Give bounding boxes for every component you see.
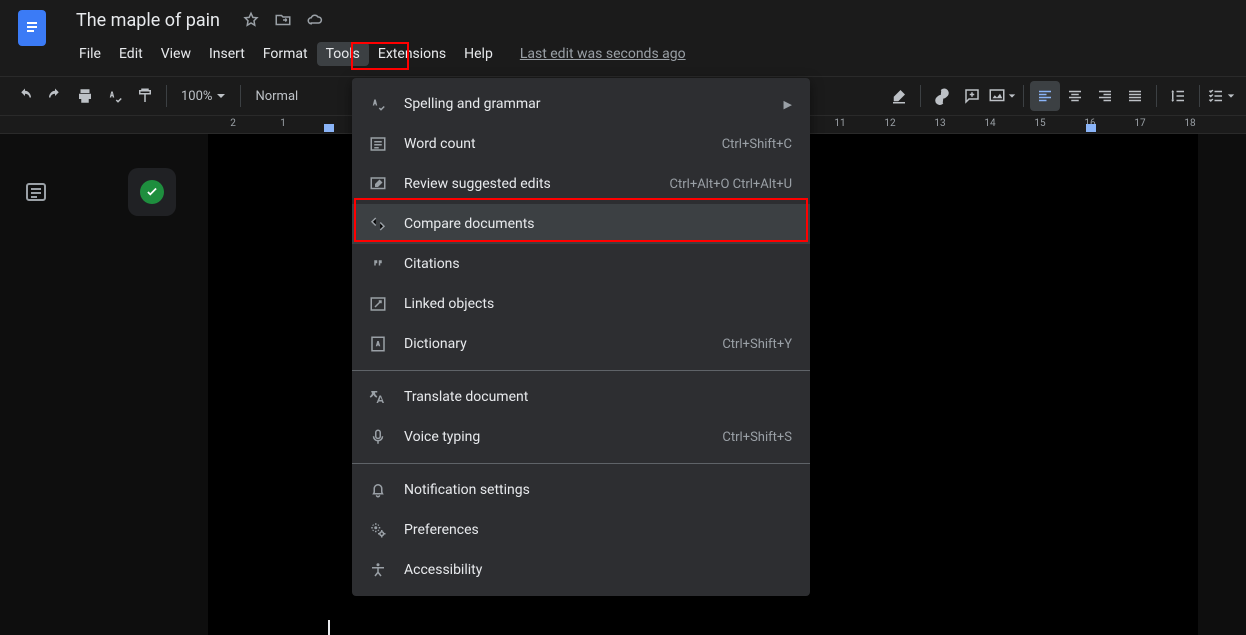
menu-item-shortcut: Ctrl+Shift+C: [722, 137, 792, 152]
ruler-tick: 2: [230, 118, 236, 129]
menu-item-label: Compare documents: [404, 216, 792, 232]
move-icon[interactable]: [274, 11, 292, 29]
menu-item-label: Dictionary: [404, 336, 706, 352]
tools-menu-item-review-suggested-edits[interactable]: Review suggested edits Ctrl+Alt+O Ctrl+Al…: [352, 164, 810, 204]
menu-insert[interactable]: Insert: [200, 42, 254, 66]
check-icon: [140, 180, 164, 204]
review-icon: [368, 174, 388, 194]
bell-icon: [368, 480, 388, 500]
chevron-down-icon: [216, 91, 226, 101]
print-button[interactable]: [70, 81, 100, 111]
tools-menu-item-voice-typing[interactable]: Voice typing Ctrl+Shift+S: [352, 417, 810, 457]
menubar: File Edit View Insert Format Tools Exten…: [70, 38, 686, 70]
voice-icon: [368, 427, 388, 447]
document-title[interactable]: The maple of pain: [70, 9, 226, 32]
menu-item-label: Citations: [404, 256, 792, 272]
ruler-tick: 17: [1134, 118, 1145, 129]
line-spacing-button[interactable]: [1163, 81, 1193, 111]
last-edit-link[interactable]: Last edit was seconds ago: [520, 46, 686, 62]
ruler-tick: 1: [280, 118, 286, 129]
menu-item-label: Preferences: [404, 522, 792, 538]
menu-separator: [352, 463, 810, 464]
ruler-tick: 11: [834, 118, 845, 129]
paragraph-style-select[interactable]: Normal: [247, 89, 306, 104]
highlight-color-button[interactable]: [884, 81, 914, 111]
outline-toggle-button[interactable]: [24, 180, 52, 208]
tools-menu-item-compare-documents[interactable]: Compare documents: [352, 204, 810, 244]
menu-item-label: Review suggested edits: [404, 176, 654, 192]
text-cursor: [328, 620, 330, 635]
checklist-button[interactable]: [1206, 81, 1236, 111]
title-area: The maple of pain File Edit View Insert …: [70, 6, 686, 70]
status-badge[interactable]: [128, 168, 176, 216]
tools-menu-item-accessibility[interactable]: Accessibility: [352, 550, 810, 590]
tools-dropdown: Spelling and grammar ▶ Word count Ctrl+Shif…: [352, 78, 810, 596]
menu-item-label: Word count: [404, 136, 706, 152]
menu-extensions[interactable]: Extensions: [369, 42, 455, 66]
insert-link-button[interactable]: [927, 81, 957, 111]
star-icon[interactable]: [242, 11, 260, 29]
align-right-button[interactable]: [1090, 81, 1120, 111]
right-indent-marker[interactable]: [1086, 124, 1096, 132]
ruler-tick: 15: [1034, 118, 1045, 129]
menu-item-label: Notification settings: [404, 482, 792, 498]
menu-help[interactable]: Help: [455, 42, 502, 66]
ruler-tick: 12: [884, 118, 895, 129]
menu-edit[interactable]: Edit: [110, 42, 152, 66]
accessibility-icon: [368, 560, 388, 580]
docs-logo[interactable]: [18, 10, 46, 46]
menu-item-shortcut: Ctrl+Alt+O Ctrl+Alt+U: [670, 177, 792, 192]
spellcheck-button[interactable]: [100, 81, 130, 111]
menu-tools[interactable]: Tools: [317, 42, 369, 66]
paint-format-button[interactable]: [130, 81, 160, 111]
tools-menu-item-word-count[interactable]: Word count Ctrl+Shift+C: [352, 124, 810, 164]
menu-item-label: Translate document: [404, 389, 792, 405]
tools-menu-item-translate-document[interactable]: Translate document: [352, 377, 810, 417]
redo-button[interactable]: [40, 81, 70, 111]
menu-format[interactable]: Format: [254, 42, 317, 66]
align-left-button[interactable]: [1030, 81, 1060, 111]
undo-button[interactable]: [10, 81, 40, 111]
prefs-icon: [368, 520, 388, 540]
ruler-tick: 18: [1184, 118, 1195, 129]
ruler-tick: 13: [934, 118, 945, 129]
submenu-arrow-icon: ▶: [784, 98, 792, 111]
zoom-value: 100%: [181, 89, 212, 104]
cloud-status-icon[interactable]: [306, 11, 324, 29]
menu-item-shortcut: Ctrl+Shift+Y: [722, 337, 792, 352]
tools-menu-item-notification-settings[interactable]: Notification settings: [352, 470, 810, 510]
align-center-button[interactable]: [1060, 81, 1090, 111]
tools-menu-item-linked-objects[interactable]: Linked objects: [352, 284, 810, 324]
compare-icon: [368, 214, 388, 234]
add-comment-button[interactable]: [957, 81, 987, 111]
tools-menu-item-dictionary[interactable]: Dictionary Ctrl+Shift+Y: [352, 324, 810, 364]
dictionary-icon: [368, 334, 388, 354]
zoom-select[interactable]: 100%: [173, 89, 234, 104]
word-count-icon: [368, 134, 388, 154]
tools-menu-item-preferences[interactable]: Preferences: [352, 510, 810, 550]
menu-view[interactable]: View: [152, 42, 200, 66]
menu-item-label: Spelling and grammar: [404, 96, 768, 112]
tools-menu-item-spelling-and-grammar[interactable]: Spelling and grammar ▶: [352, 84, 810, 124]
indent-marker[interactable]: [324, 124, 334, 132]
linked-icon: [368, 294, 388, 314]
menu-item-shortcut: Ctrl+Shift+S: [722, 430, 792, 445]
insert-image-button[interactable]: [987, 81, 1017, 111]
menu-item-label: Accessibility: [404, 562, 792, 578]
menu-file[interactable]: File: [70, 42, 110, 66]
citations-icon: [368, 254, 388, 274]
menu-item-label: Voice typing: [404, 429, 706, 445]
titlebar: The maple of pain File Edit View Insert …: [0, 0, 1246, 76]
tools-menu-item-citations[interactable]: Citations: [352, 244, 810, 284]
menu-separator: [352, 370, 810, 371]
ruler-tick: 14: [984, 118, 995, 129]
align-justify-button[interactable]: [1120, 81, 1150, 111]
translate-icon: [368, 387, 388, 407]
spellcheck-icon: [368, 94, 388, 114]
menu-item-label: Linked objects: [404, 296, 792, 312]
